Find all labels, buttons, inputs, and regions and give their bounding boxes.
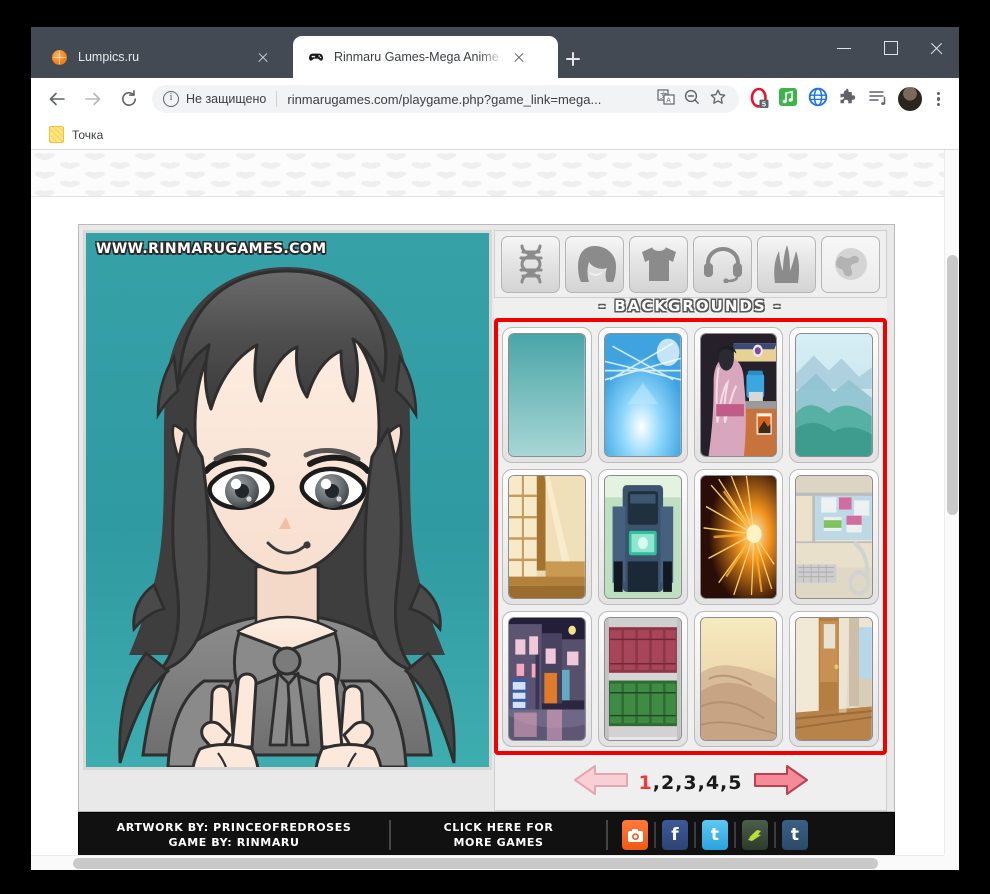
avatar[interactable] bbox=[898, 87, 922, 111]
screen: Lumpics.ru Rinmaru Games-Mega Anime Ava bbox=[0, 0, 990, 894]
category-tabs bbox=[494, 230, 887, 298]
svg-text:A: A bbox=[666, 98, 671, 105]
music-note-icon[interactable] bbox=[777, 86, 803, 112]
dna-icon[interactable] bbox=[501, 236, 560, 293]
back-arrow-icon[interactable] bbox=[42, 84, 72, 114]
options-panel: - BACKGROUNDS - bbox=[494, 230, 887, 811]
horizontal-scrollbar[interactable] bbox=[31, 855, 944, 870]
divider bbox=[734, 822, 736, 848]
translate-icon[interactable]: 文A bbox=[657, 88, 679, 110]
background-thumb-shoji-window[interactable] bbox=[502, 469, 592, 605]
folder-icon bbox=[49, 126, 64, 143]
deviantart-icon[interactable] bbox=[742, 820, 768, 850]
zoom-out-icon[interactable] bbox=[683, 88, 705, 110]
credits: ARTWORK BY: PRINCEOFREDROSES GAME BY: RI… bbox=[79, 820, 389, 850]
heart-pattern-banner bbox=[31, 150, 944, 197]
hand-icon[interactable] bbox=[757, 236, 816, 293]
puzzle-piece-icon[interactable] bbox=[837, 86, 863, 112]
divider bbox=[276, 91, 277, 107]
star-icon[interactable] bbox=[709, 88, 731, 110]
horizontal-scrollbar-thumb[interactable] bbox=[73, 858, 878, 869]
page-viewport: WWW.RINMARUGAMES.COM bbox=[31, 150, 959, 870]
social-links: f t t bbox=[608, 820, 808, 850]
tumblr-icon[interactable]: t bbox=[782, 820, 808, 850]
background-thumb-night-city-street[interactable] bbox=[502, 611, 592, 747]
camera-icon[interactable] bbox=[622, 820, 648, 850]
reload-icon[interactable] bbox=[114, 84, 144, 114]
backgrounds-grid bbox=[502, 327, 879, 747]
pagination: 1,2,3,4,5 bbox=[494, 755, 887, 811]
current-page: 1 bbox=[639, 772, 653, 794]
security-label: Не защищено bbox=[186, 92, 266, 106]
address-bar[interactable]: Не защищено rinmarugames.com/playgame.ph… bbox=[152, 85, 739, 113]
globe-icon[interactable] bbox=[821, 236, 880, 293]
headset-icon[interactable] bbox=[693, 236, 752, 293]
orange-circle-icon bbox=[51, 49, 68, 66]
window-controls bbox=[821, 27, 959, 69]
background-thumb-desert-dunes[interactable] bbox=[694, 611, 784, 747]
background-thumb-school-hallway[interactable] bbox=[789, 611, 879, 747]
close-icon[interactable] bbox=[913, 27, 959, 69]
other-pages: ,2,3,4,5 bbox=[653, 772, 743, 794]
globe-icon[interactable] bbox=[807, 86, 833, 112]
game-credit: GAME BY: RINMARU bbox=[79, 835, 389, 850]
forward-arrow-icon[interactable] bbox=[78, 84, 108, 114]
bookmark-label: Точка bbox=[72, 128, 103, 142]
tab-title: Lumpics.ru bbox=[78, 50, 248, 64]
backgrounds-highlight-box bbox=[494, 318, 887, 755]
minimize-icon[interactable] bbox=[821, 27, 867, 69]
artwork-credit: ARTWORK BY: PRINCEOFREDROSES bbox=[79, 820, 389, 835]
tab-strip: Lumpics.ru Rinmaru Games-Mega Anime Ava bbox=[31, 27, 959, 78]
vertical-scrollbar-thumb[interactable] bbox=[947, 255, 958, 515]
scrollbar-corner bbox=[944, 855, 959, 870]
facebook-icon[interactable]: f bbox=[662, 820, 688, 850]
bookmarks-bar: Точка bbox=[31, 120, 959, 150]
divider bbox=[654, 822, 656, 848]
game-footer: ARTWORK BY: PRINCEOFREDROSES GAME BY: RI… bbox=[78, 812, 895, 855]
new-tab-button[interactable] bbox=[560, 46, 586, 72]
browser-window: Lumpics.ru Rinmaru Games-Mega Anime Ava bbox=[31, 27, 959, 870]
background-thumb-library-shelves[interactable] bbox=[598, 611, 688, 747]
background-thumb-train-interior[interactable] bbox=[789, 469, 879, 605]
twitter-icon[interactable]: t bbox=[702, 820, 728, 850]
hair-icon[interactable] bbox=[565, 236, 624, 293]
background-thumb-misty-mountains[interactable] bbox=[789, 327, 879, 463]
tab-rinmaru[interactable]: Rinmaru Games-Mega Anime Ava bbox=[293, 36, 558, 78]
background-thumb-festival-stall[interactable] bbox=[694, 327, 784, 463]
url-text: rinmarugames.com/playgame.php?game_link=… bbox=[287, 92, 653, 107]
maximize-icon[interactable] bbox=[867, 27, 913, 69]
site-watermark: WWW.RINMARUGAMES.COM bbox=[96, 241, 326, 257]
more-games-line2: MORE GAMES bbox=[391, 835, 606, 850]
tab-close-button[interactable] bbox=[254, 48, 272, 66]
background-thumb-blue-light-rays[interactable] bbox=[598, 327, 688, 463]
tab-title: Rinmaru Games-Mega Anime Ava bbox=[334, 50, 504, 64]
right-arrow-icon[interactable] bbox=[753, 763, 809, 802]
shirt-icon[interactable] bbox=[629, 236, 688, 293]
left-arrow-icon[interactable] bbox=[573, 763, 629, 802]
section-title: - BACKGROUNDS - bbox=[494, 298, 887, 318]
background-thumb-teal-plain[interactable] bbox=[502, 327, 592, 463]
game-stage: WWW.RINMARUGAMES.COM bbox=[78, 224, 895, 812]
character-preview[interactable]: WWW.RINMARUGAMES.COM bbox=[83, 230, 492, 770]
gamepad-icon bbox=[307, 49, 324, 66]
page-content: WWW.RINMARUGAMES.COM bbox=[31, 150, 944, 855]
opera-badge-icon[interactable]: 5 bbox=[747, 86, 773, 112]
reading-list-icon[interactable] bbox=[867, 86, 893, 112]
tab-close-button[interactable] bbox=[510, 48, 528, 66]
divider bbox=[694, 822, 696, 848]
vertical-scrollbar[interactable] bbox=[944, 150, 959, 855]
more-games-line1: CLICK HERE FOR bbox=[391, 820, 606, 835]
info-circle-icon[interactable] bbox=[163, 91, 179, 107]
background-thumb-arcade-machine[interactable] bbox=[598, 469, 688, 605]
divider bbox=[774, 822, 776, 848]
more-games-link[interactable]: CLICK HERE FOR MORE GAMES bbox=[391, 820, 606, 850]
bookmark-tochka[interactable]: Точка bbox=[41, 123, 111, 146]
svg-text:5: 5 bbox=[762, 99, 766, 108]
tab-lumpics[interactable]: Lumpics.ru bbox=[37, 36, 292, 78]
background-thumb-fireworks[interactable] bbox=[694, 469, 784, 605]
page-numbers[interactable]: 1,2,3,4,5 bbox=[639, 772, 743, 794]
browser-toolbar: Не защищено rinmarugames.com/playgame.ph… bbox=[31, 78, 959, 120]
three-dots-icon[interactable] bbox=[925, 86, 951, 112]
